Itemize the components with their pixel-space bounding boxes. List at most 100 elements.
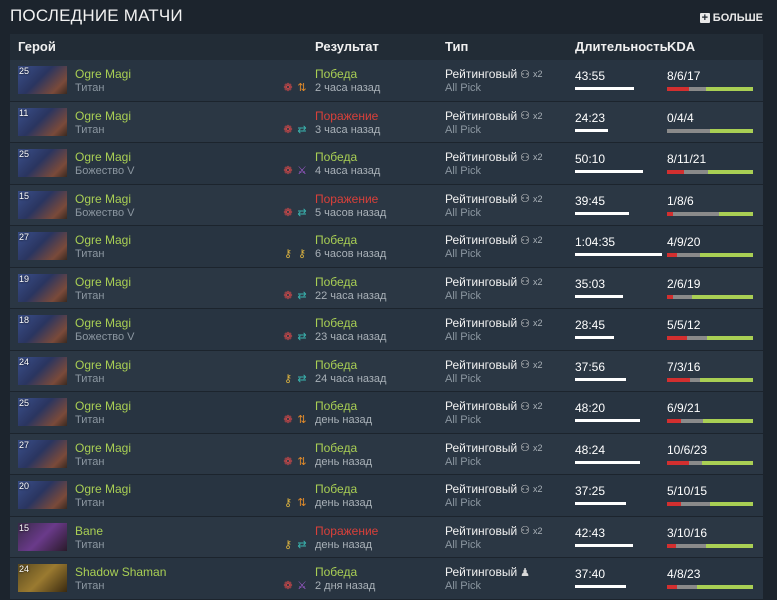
section-title: ПОСЛЕДНИЕ МАТЧИ: [10, 6, 183, 25]
gold-key-icon: ⚷: [283, 497, 293, 509]
col-duration[interactable]: Длительность: [575, 39, 668, 54]
match-result[interactable]: Поражение: [315, 524, 378, 538]
match-type: Рейтинговый ⚇ x2: [445, 67, 543, 81]
match-row[interactable]: 15 Ogre Magi Божество V ❁ ⇄ Поражение 5 ч…: [10, 184, 763, 226]
match-row[interactable]: 25 Ogre Magi Титан ❁ ⇅ Победа день назад …: [10, 392, 763, 434]
hero-portrait[interactable]: 20: [18, 481, 67, 509]
hero-name[interactable]: Shadow Shaman: [75, 565, 166, 579]
hero-name[interactable]: Ogre Magi: [75, 192, 131, 206]
hero-name[interactable]: Ogre Magi: [75, 399, 131, 413]
hero-name[interactable]: Ogre Magi: [75, 233, 131, 247]
hero-portrait[interactable]: 15: [18, 190, 67, 219]
party-icon: ⚇: [520, 317, 531, 330]
match-result[interactable]: Победа: [315, 67, 357, 81]
red-item-icon: ❁: [283, 206, 293, 219]
hero-name[interactable]: Bane: [75, 524, 103, 538]
match-row[interactable]: 19 Ogre Magi Титан ❁ ⇄ Победа 22 часа наз…: [10, 267, 763, 309]
match-row[interactable]: 11 Ogre Magi Титан ❁ ⇄ Поражение 3 часа н…: [10, 101, 763, 143]
match-row[interactable]: 27 Ogre Magi Титан ⚷ ⚷ Победа 6 часов наз…: [10, 226, 763, 268]
kills-bar: [667, 419, 681, 423]
match-result[interactable]: Победа: [315, 565, 357, 579]
match-result[interactable]: Победа: [315, 150, 357, 164]
match-row[interactable]: 20 Ogre Magi Титан ⚷ ⇅ Победа день назад …: [10, 475, 763, 517]
match-result[interactable]: Победа: [315, 233, 357, 247]
match-kda: 4/9/20: [667, 235, 701, 249]
party-count: x2: [533, 318, 543, 328]
hero-portrait[interactable]: 27: [18, 232, 67, 260]
hero-level: 25: [19, 398, 30, 408]
assists-bar: [707, 336, 753, 340]
match-kda: 3/10/16: [667, 525, 708, 540]
game-mode: All Pick: [445, 538, 482, 551]
hero-portrait[interactable]: 27: [18, 439, 67, 468]
match-result[interactable]: Победа: [315, 275, 357, 289]
duration-bar: [575, 377, 626, 381]
hero-portrait[interactable]: 15: [18, 522, 67, 551]
match-icons: ⚷ ⚷: [282, 248, 308, 260]
match-time-ago: 5 часов назад: [315, 206, 387, 219]
match-duration: 50:10: [575, 152, 606, 166]
hero-name[interactable]: Ogre Magi: [75, 441, 131, 455]
party-icon: ⚇: [520, 359, 531, 371]
match-type-label: Рейтинговый: [445, 191, 518, 206]
col-kda[interactable]: KDA: [667, 39, 695, 54]
hero-portrait[interactable]: 18: [18, 315, 67, 343]
match-time-ago: 2 часа назад: [315, 82, 381, 94]
deaths-bar: [681, 502, 710, 506]
party-count: x2: [533, 401, 543, 411]
match-duration: 48:20: [575, 401, 606, 415]
match-kda: 5/10/15: [667, 484, 708, 498]
hero-name[interactable]: Ogre Magi: [75, 275, 131, 289]
teal-swap-icon: ⇄: [297, 538, 307, 551]
hero-name[interactable]: Ogre Magi: [75, 482, 131, 496]
match-result[interactable]: Поражение: [315, 109, 378, 123]
hero-level: 24: [19, 564, 30, 574]
match-result[interactable]: Победа: [315, 358, 357, 372]
match-result[interactable]: Победа: [315, 316, 357, 330]
match-icons: ⚷ ⇄: [282, 373, 308, 385]
hero-rank: Божество V: [75, 206, 135, 219]
match-result[interactable]: Поражение: [315, 192, 378, 206]
match-result[interactable]: Победа: [315, 399, 357, 413]
col-hero[interactable]: Герой: [18, 39, 56, 54]
hero-name[interactable]: Ogre Magi: [75, 358, 131, 372]
hero-portrait[interactable]: 11: [18, 107, 67, 136]
match-type: Рейтинговый ⚇ x2: [445, 233, 543, 247]
party-icon: ⚇: [520, 234, 531, 247]
match-time-ago: 23 часа назад: [315, 331, 387, 343]
deaths-bar: [667, 128, 710, 133]
match-icons: ⚷ ⇄: [282, 539, 308, 551]
match-row[interactable]: 25 Ogre Magi Божество V ❁ ⚔ Победа 4 часа…: [10, 143, 763, 185]
more-button[interactable]: + БОЛЬШЕ: [699, 12, 763, 24]
match-row[interactable]: 18 Ogre Magi Божество V ❁ ⇄ Победа 23 час…: [10, 309, 763, 351]
col-type[interactable]: Тип: [445, 39, 468, 54]
party-icon: ⚇: [520, 193, 531, 205]
gold-key-icon: ⚷: [283, 372, 293, 385]
hero-portrait[interactable]: 24: [18, 564, 67, 592]
deaths-bar: [673, 294, 692, 299]
hero-name[interactable]: Ogre Magi: [75, 67, 131, 81]
hero-portrait[interactable]: 24: [18, 356, 67, 385]
match-row[interactable]: 24 Ogre Magi Титан ⚷ ⇄ Победа 24 часа наз…: [10, 350, 763, 392]
hero-portrait[interactable]: 19: [18, 273, 67, 302]
plus-icon: +: [699, 12, 710, 24]
hero-name[interactable]: Ogre Magi: [75, 109, 131, 123]
hero-name[interactable]: Ogre Magi: [75, 150, 131, 164]
game-mode: All Pick: [445, 414, 482, 426]
match-row[interactable]: 25 Ogre Magi Титан ❁ ⇅ Победа 2 часа наза…: [10, 60, 763, 102]
hero-portrait[interactable]: 25: [18, 149, 67, 177]
duration-bar: [575, 128, 608, 132]
hero-name[interactable]: Ogre Magi: [75, 316, 131, 330]
hero-portrait[interactable]: 25: [18, 398, 67, 426]
party-count: x2: [533, 69, 543, 79]
match-result[interactable]: Победа: [315, 482, 357, 496]
game-mode: All Pick: [445, 82, 482, 94]
hero-portrait[interactable]: 25: [18, 66, 67, 94]
match-row[interactable]: 27 Ogre Magi Титан ❁ ⇅ Победа день назад …: [10, 433, 763, 475]
match-row[interactable]: 15 Bane Титан ⚷ ⇄ Поражение день назад Ре…: [10, 516, 763, 558]
match-result[interactable]: Победа: [315, 441, 357, 455]
col-result[interactable]: Результат: [315, 39, 379, 54]
party-count: x2: [533, 193, 543, 204]
match-row[interactable]: 24 Shadow Shaman Титан ❁ ⚔ Победа 2 дня н…: [10, 558, 763, 600]
kda-bar: [667, 294, 753, 299]
